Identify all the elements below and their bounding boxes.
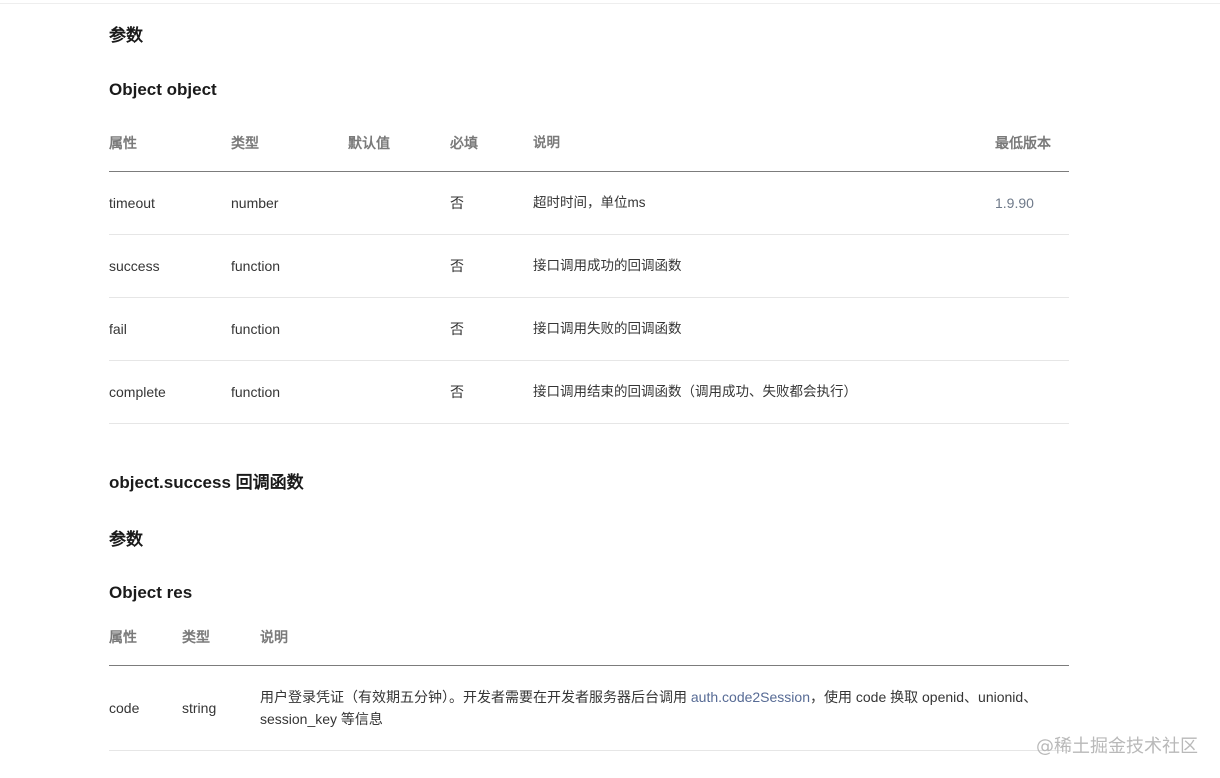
object-title: Object object xyxy=(109,80,217,99)
cell-required: 否 xyxy=(450,321,464,337)
cell-type: function xyxy=(231,258,281,274)
params-table: 属性 类型 默认值 必填 说明 最低版本 timeout number 否 超时… xyxy=(109,127,1069,424)
cell-name: fail xyxy=(109,321,127,337)
cell-name: success xyxy=(109,258,160,274)
header-type: 类型 xyxy=(231,135,259,151)
section-heading-params-2: 参数 xyxy=(109,530,143,549)
header-required: 必填 xyxy=(450,135,478,151)
cell-type: function xyxy=(231,321,281,337)
cell-required: 否 xyxy=(450,384,464,400)
table-row: success function 否 接口调用成功的回调函数 xyxy=(109,235,1069,298)
cell-version: 1.9.90 xyxy=(995,195,1034,211)
callback-title: object.success 回调函数 xyxy=(109,473,304,492)
cell-type: number xyxy=(231,195,279,211)
cell-name: complete xyxy=(109,384,166,400)
cell-desc: 接口调用失败的回调函数 xyxy=(533,321,682,336)
header-attr: 属性 xyxy=(109,135,137,151)
desc-text-before: 用户登录凭证（有效期五分钟）。开发者需要在开发者服务器后台调用 xyxy=(260,689,691,705)
cell-type: function xyxy=(231,384,281,400)
res-table: 属性 类型 说明 code string 用户登录凭证（有效期五分钟）。开发者需… xyxy=(109,621,1069,751)
table-row: fail function 否 接口调用失败的回调函数 xyxy=(109,298,1069,361)
watermark: @稀土掘金技术社区 xyxy=(1036,736,1198,757)
header-default: 默认值 xyxy=(348,135,390,151)
table-header: 属性 类型 默认值 必填 说明 最低版本 xyxy=(109,127,1069,172)
header-attr: 属性 xyxy=(109,629,137,645)
auth-code2session-link[interactable]: auth.code2Session xyxy=(691,689,810,705)
cell-name: timeout xyxy=(109,195,155,211)
table-header: 属性 类型 说明 xyxy=(109,621,1069,666)
section-heading-params: 参数 xyxy=(109,26,143,45)
cell-name: code xyxy=(109,700,140,716)
object-res-title: Object res xyxy=(109,583,193,602)
cell-required: 否 xyxy=(450,195,464,211)
cell-type: string xyxy=(182,700,217,716)
cell-required: 否 xyxy=(450,258,464,274)
cell-desc: 超时时间，单位ms xyxy=(533,195,646,210)
table-row: complete function 否 接口调用结束的回调函数（调用成功、失败都… xyxy=(109,361,1069,424)
header-version: 最低版本 xyxy=(995,135,1051,151)
cell-desc: 用户登录凭证（有效期五分钟）。开发者需要在开发者服务器后台调用 auth.cod… xyxy=(260,686,1070,730)
cell-desc: 接口调用结束的回调函数（调用成功、失败都会执行） xyxy=(533,384,857,399)
header-desc: 说明 xyxy=(260,629,288,645)
header-desc: 说明 xyxy=(533,135,560,150)
cell-desc: 接口调用成功的回调函数 xyxy=(533,258,682,273)
top-divider xyxy=(0,0,1220,4)
table-row: timeout number 否 超时时间，单位ms 1.9.90 xyxy=(109,172,1069,235)
header-type: 类型 xyxy=(182,629,210,645)
table-row: code string 用户登录凭证（有效期五分钟）。开发者需要在开发者服务器后… xyxy=(109,666,1069,751)
